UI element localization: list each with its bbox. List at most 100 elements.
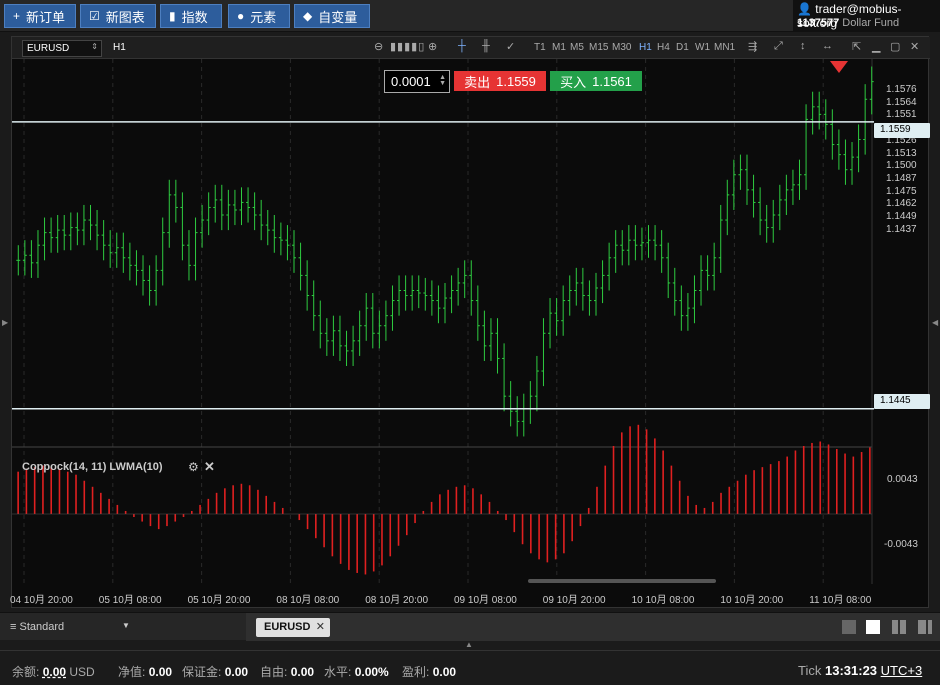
chart-toolbar: EURUSD ⇕ H1 ⊖ ▮▮▮▮▯ ⊕ ┼ ╫ ✓ T1 M1 M5 M15 M30…	[12, 37, 930, 59]
panel-expand-icon[interactable]: ▲	[465, 640, 473, 649]
tab-eurusd[interactable]: EURUSD ✕	[256, 618, 330, 637]
current-time-marker	[830, 61, 848, 73]
spinner-icon: ▲ ▼	[439, 74, 446, 87]
price-chart[interactable]	[12, 59, 930, 609]
timeframe-d1[interactable]: D1	[676, 42, 689, 53]
horizontal-resize-icon[interactable]: ↔	[822, 40, 833, 52]
updown-icon: ⇕	[91, 42, 98, 51]
timeframe-h1[interactable]: H1	[639, 42, 652, 53]
margin-stat: 保证金: 0.00	[182, 663, 248, 680]
layout-horizontal-icon[interactable]	[918, 620, 932, 634]
elements-button[interactable]: ● 元素	[228, 4, 290, 28]
fit-icon[interactable]: ⇶	[748, 40, 757, 53]
time-axis-label: 11 10月 08:00	[809, 595, 872, 606]
elements-label: 元素	[250, 9, 277, 25]
level-value: 0.00%	[354, 665, 389, 679]
timeframe-w1[interactable]: W1	[695, 42, 710, 53]
indicator-close-icon[interactable]: ✕	[204, 459, 215, 475]
balance-value[interactable]: 0.00	[43, 665, 66, 679]
free-stat: 自由: 0.00	[260, 663, 314, 680]
layout-vertical-icon[interactable]	[892, 620, 906, 634]
symbol-select[interactable]: EURUSD ⇕	[22, 40, 102, 57]
layout-select[interactable]: ≡ Standard	[10, 621, 64, 633]
variables-button[interactable]: ◆ 自变量	[294, 4, 370, 28]
variables-label: 自变量	[318, 9, 358, 25]
price-axis-label: 1.1564	[886, 96, 917, 108]
layout-single-icon[interactable]	[842, 620, 856, 634]
price-axis-label: 1.1475	[886, 185, 917, 197]
time-axis-label: 09 10月 20:00	[542, 595, 606, 606]
layout-grid-icon[interactable]	[866, 620, 880, 634]
indicators-label: 指数	[181, 9, 208, 25]
price-axis-label: 1.1551	[886, 109, 917, 121]
left-collapse-icon[interactable]: ▶	[2, 318, 8, 327]
status-bar: 余额: 0.00 USD 净值: 0.00 保证金: 0.00 自由: 0.00…	[0, 650, 940, 685]
clock-time: 13:31:23	[824, 663, 878, 678]
account-fund: Dollar Fund	[842, 17, 900, 29]
plus-icon: +	[13, 9, 21, 23]
zoom-slider[interactable]: ▮▮▮▮▯	[390, 40, 425, 53]
brush-icon: ●	[237, 9, 245, 23]
buy-button[interactable]: 买入 1.1561	[550, 71, 642, 91]
horizontal-scrollbar	[528, 579, 716, 583]
timeframe-t1[interactable]: T1	[534, 42, 546, 53]
tab-close-icon[interactable]: ✕	[316, 620, 325, 633]
equity-stat: 净值: 0.00	[118, 663, 172, 680]
bar-type-icon[interactable]: ┼	[458, 40, 466, 52]
new-chart-label: 新图表	[105, 9, 145, 25]
chevron-down-icon[interactable]: ▼	[122, 621, 130, 630]
detach-icon[interactable]: ⇱	[852, 40, 861, 53]
chart-icon: ☑	[89, 9, 100, 23]
minimize-icon[interactable]: ▁	[872, 40, 880, 53]
time-axis-label: 08 10月 20:00	[365, 595, 429, 606]
time-axis-label: 10 10月 20:00	[720, 595, 784, 606]
pl-label: 盈利:	[402, 665, 430, 679]
time-axis-label: 05 10月 08:00	[98, 595, 162, 606]
level-label: 水平:	[324, 665, 352, 679]
diagonal-icon[interactable]: ⤢	[774, 40, 783, 53]
vertical-resize-icon[interactable]: ↕	[800, 40, 806, 52]
timeframe-m1[interactable]: M1	[552, 42, 566, 53]
free-value: 0.00	[290, 665, 315, 679]
balance-stat: 余额: 0.00 USD	[12, 663, 95, 680]
indicator-axis-label: 0.0043	[887, 474, 918, 485]
quantity-input[interactable]: 0.0001 ▲ ▼	[384, 70, 450, 93]
timeframe-m15[interactable]: M15	[589, 42, 608, 53]
price-axis-label: 1.1500	[886, 160, 917, 172]
zoom-in-icon[interactable]: ⊕	[428, 40, 437, 53]
account-number: 1137577	[797, 17, 840, 29]
timeframe-mn1[interactable]: MN1	[714, 42, 735, 53]
new-chart-button[interactable]: ☑ 新图表	[80, 4, 156, 28]
clock-stat: Tick 13:31:23 UTC+3	[798, 663, 922, 678]
buy-label: 买入	[560, 74, 587, 90]
price-axis-label: 1.1437	[886, 223, 917, 235]
balance-label: 余额:	[12, 665, 40, 679]
time-axis-label: 10 10月 08:00	[631, 595, 695, 606]
sell-button[interactable]: 卖出 1.1559	[454, 71, 546, 91]
maximize-icon[interactable]: ▢	[890, 40, 900, 53]
new-order-button[interactable]: + 新订单	[4, 4, 76, 28]
timeframe-m30[interactable]: M30	[612, 42, 631, 53]
right-collapse-icon[interactable]: ◀	[932, 318, 938, 327]
timeframe-h4[interactable]: H4	[657, 42, 670, 53]
gear-icon[interactable]: ⚙	[188, 460, 199, 474]
close-icon[interactable]: ✕	[910, 40, 919, 53]
time-axis-label: 09 10月 08:00	[454, 595, 517, 606]
equity-label: 净值:	[118, 665, 146, 679]
time-axis-label: 05 10月 20:00	[187, 595, 251, 606]
symbol-value: EURUSD	[27, 43, 70, 54]
sell-label: 卖出	[464, 74, 491, 90]
line-type-icon[interactable]: ✓	[506, 40, 515, 53]
diamond-icon: ◆	[303, 9, 313, 23]
account-panel[interactable]: 👤 trader@mobius-soft.org 1137577 Dollar …	[793, 0, 940, 32]
bid-price-tag: 1.1559	[874, 123, 930, 138]
indicators-button[interactable]: ▮ 指数	[160, 4, 222, 28]
level-stat: 水平: 0.00%	[324, 663, 389, 680]
equity-value: 0.00	[148, 665, 173, 679]
timeframe-m5[interactable]: M5	[570, 42, 584, 53]
zoom-out-icon[interactable]: ⊖	[374, 40, 383, 53]
user-icon: 👤	[797, 2, 812, 16]
timezone-select[interactable]: UTC+3	[881, 663, 923, 678]
line-price-tag: 1.1445	[874, 394, 930, 409]
candle-type-icon[interactable]: ╫	[482, 40, 490, 52]
